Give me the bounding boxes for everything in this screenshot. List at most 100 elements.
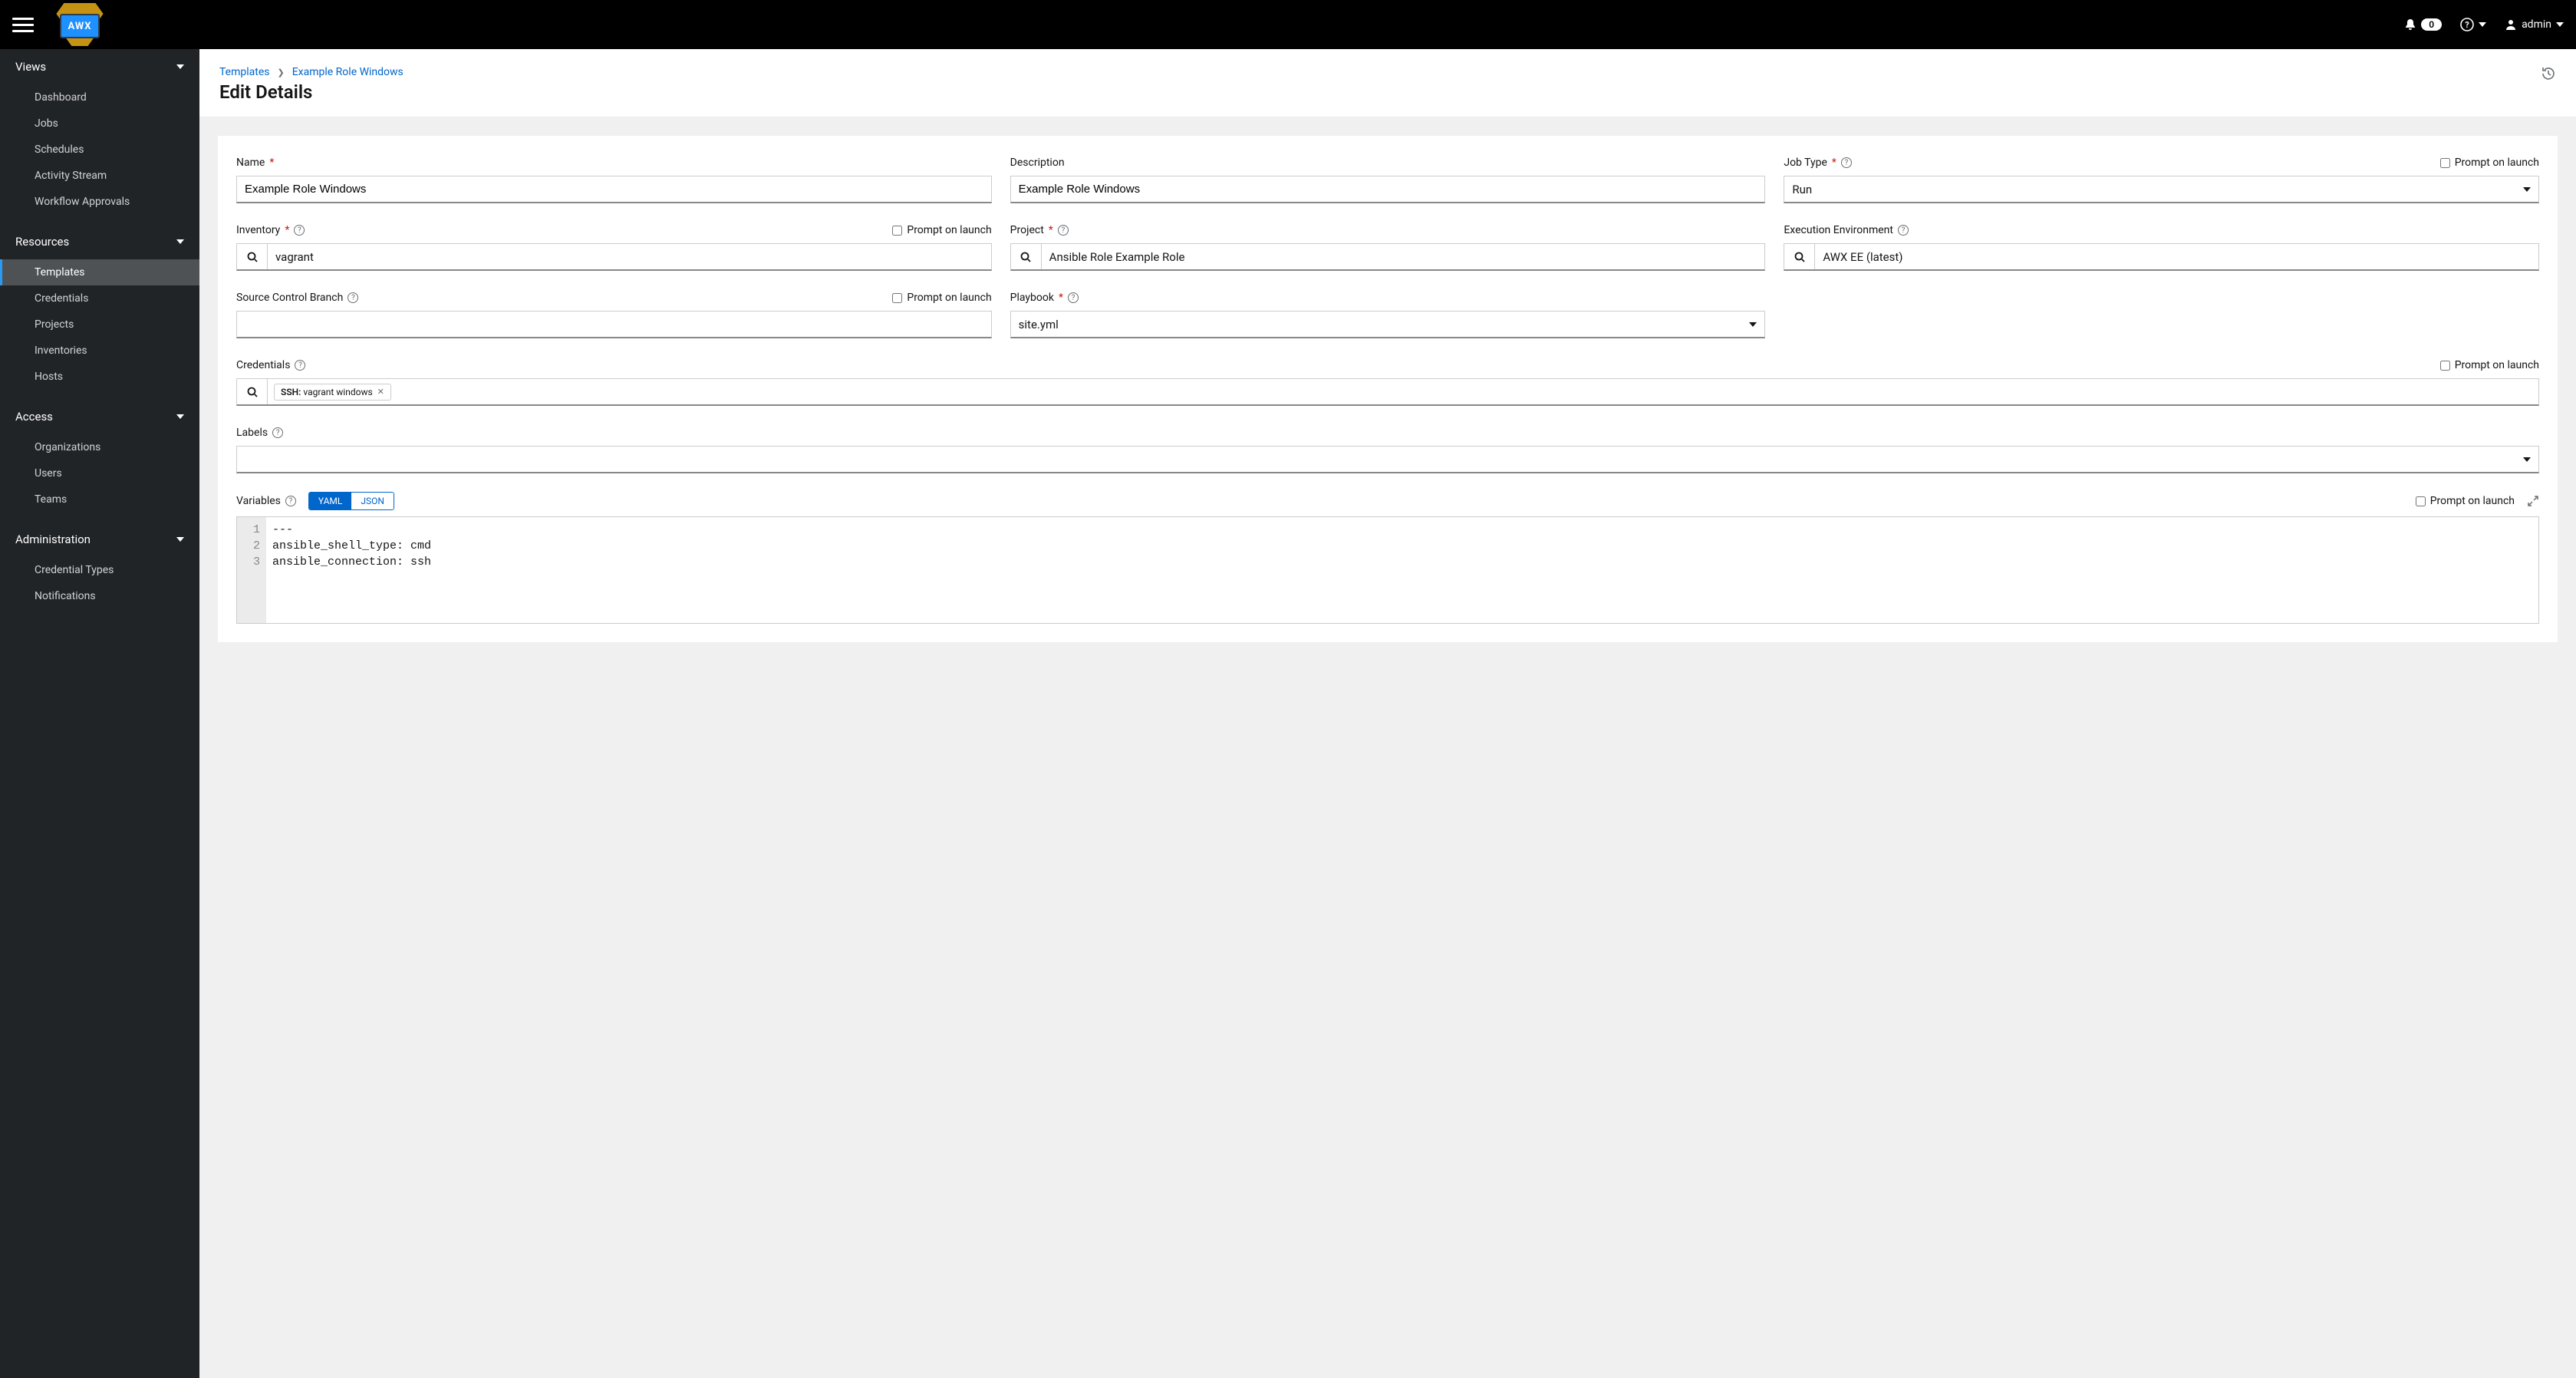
scb-label: Source Control Branch	[236, 292, 343, 304]
help-button[interactable]: ?	[2460, 18, 2486, 31]
job-type-label: Job Type	[1784, 157, 1827, 169]
chevron-right-icon: ❯	[278, 68, 285, 77]
help-icon[interactable]: ?	[1058, 225, 1069, 236]
search-icon[interactable]	[237, 379, 268, 404]
search-icon[interactable]	[1011, 244, 1042, 269]
scb-input[interactable]	[236, 311, 992, 338]
help-icon[interactable]: ?	[294, 225, 305, 236]
description-label: Description	[1010, 157, 1065, 169]
project-value: Ansible Role Example Role	[1042, 250, 1765, 264]
help-icon[interactable]: ?	[1068, 292, 1079, 303]
help-icon[interactable]: ?	[1841, 157, 1852, 168]
nav-organizations[interactable]: Organizations	[0, 434, 199, 460]
nav-section-label: Administration	[15, 532, 91, 546]
inventory-label: Inventory	[236, 224, 280, 236]
playbook-label: Playbook	[1010, 292, 1054, 304]
help-icon[interactable]: ?	[285, 496, 296, 506]
nav-schedules[interactable]: Schedules	[0, 137, 199, 163]
nav-inventories[interactable]: Inventories	[0, 338, 199, 364]
variables-editor[interactable]: 123 ---ansible_shell_type: cmdansible_co…	[236, 516, 2539, 624]
labels-select[interactable]	[236, 446, 2539, 473]
nav-hosts[interactable]: Hosts	[0, 364, 199, 390]
caret-down-icon	[2556, 22, 2564, 27]
nav-users[interactable]: Users	[0, 460, 199, 486]
notifications-button[interactable]: 0	[2404, 18, 2442, 31]
variables-label: Variables	[236, 495, 281, 507]
exec-env-lookup[interactable]: AWX EE (latest)	[1784, 243, 2539, 271]
chip-remove-icon[interactable]: ✕	[377, 387, 384, 397]
caret-down-icon	[1749, 322, 1757, 327]
nav-section-administration[interactable]: Administration	[0, 522, 199, 557]
credentials-label: Credentials	[236, 359, 290, 371]
caret-down-icon	[2523, 457, 2531, 462]
chevron-down-icon	[176, 239, 184, 244]
help-icon[interactable]: ?	[1898, 225, 1909, 236]
nav-notifications[interactable]: Notifications	[0, 583, 199, 609]
chevron-down-icon	[176, 537, 184, 542]
yaml-toggle[interactable]: YAML	[309, 493, 351, 509]
search-icon[interactable]	[1784, 244, 1815, 269]
user-icon	[2505, 18, 2517, 31]
chevron-down-icon	[176, 64, 184, 69]
inventory-prompt[interactable]: Prompt on launch	[892, 224, 991, 236]
nav-teams[interactable]: Teams	[0, 486, 199, 513]
nav-templates[interactable]: Templates	[0, 259, 199, 285]
logo[interactable]: AWX	[49, 3, 110, 46]
json-toggle[interactable]: JSON	[351, 493, 394, 509]
nav-section-resources[interactable]: Resources	[0, 224, 199, 259]
nav-activity-stream[interactable]: Activity Stream	[0, 163, 199, 189]
nav-jobs[interactable]: Jobs	[0, 110, 199, 137]
job-type-select[interactable]: Run	[1784, 176, 2539, 203]
expand-icon[interactable]	[2527, 495, 2539, 507]
project-label: Project	[1010, 224, 1044, 236]
playbook-value: site.yml	[1019, 318, 1059, 331]
inventory-lookup[interactable]: vagrant	[236, 243, 992, 271]
nav-section-label: Access	[15, 410, 53, 424]
chevron-down-icon	[176, 414, 184, 419]
name-input[interactable]	[236, 176, 992, 203]
nav-projects[interactable]: Projects	[0, 312, 199, 338]
scb-prompt[interactable]: Prompt on launch	[892, 292, 991, 304]
nav-section-access[interactable]: Access	[0, 399, 199, 434]
credentials-lookup[interactable]: SSH: vagrant windows ✕	[236, 378, 2539, 406]
nav-section-label: Resources	[15, 235, 69, 249]
project-lookup[interactable]: Ansible Role Example Role	[1010, 243, 1766, 271]
exec-env-value: AWX EE (latest)	[1815, 250, 2538, 264]
user-label: admin	[2522, 18, 2551, 31]
line-numbers: 123	[237, 517, 266, 623]
help-icon: ?	[2460, 18, 2474, 31]
menu-toggle[interactable]	[12, 14, 34, 35]
caret-down-icon	[2523, 187, 2531, 192]
format-toggle: YAML JSON	[308, 492, 394, 510]
description-input[interactable]	[1010, 176, 1766, 203]
breadcrumb-root[interactable]: Templates	[219, 66, 270, 78]
playbook-select[interactable]: site.yml	[1010, 311, 1766, 338]
job-type-prompt[interactable]: Prompt on launch	[2440, 157, 2539, 169]
labels-label: Labels	[236, 427, 268, 439]
nav-workflow-approvals[interactable]: Workflow Approvals	[0, 189, 199, 215]
job-type-value: Run	[1792, 183, 1812, 196]
help-icon[interactable]: ?	[272, 427, 283, 438]
nav-dashboard[interactable]: Dashboard	[0, 84, 199, 110]
exec-env-label: Execution Environment	[1784, 224, 1893, 236]
help-icon[interactable]: ?	[295, 360, 305, 371]
activity-history-button[interactable]	[2541, 66, 2556, 81]
name-label: Name	[236, 157, 265, 169]
credentials-prompt[interactable]: Prompt on launch	[2440, 359, 2539, 371]
breadcrumb: Templates ❯ Example Role Windows	[219, 66, 404, 78]
variables-prompt[interactable]: Prompt on launch	[2416, 495, 2515, 507]
page-title: Edit Details	[219, 81, 404, 103]
caret-down-icon	[2479, 22, 2486, 27]
search-icon[interactable]	[237, 244, 268, 269]
nav-credential-types[interactable]: Credential Types	[0, 557, 199, 583]
nav-section-views[interactable]: Views	[0, 49, 199, 84]
nav-section-label: Views	[15, 60, 46, 74]
user-menu[interactable]: admin	[2505, 18, 2564, 31]
code-content[interactable]: ---ansible_shell_type: cmdansible_connec…	[266, 517, 2538, 623]
breadcrumb-current[interactable]: Example Role Windows	[292, 66, 404, 78]
credential-chip: SSH: vagrant windows ✕	[274, 384, 391, 401]
svg-text:?: ?	[2465, 20, 2469, 30]
help-icon[interactable]: ?	[348, 292, 358, 303]
sidebar: Views Dashboard Jobs Schedules Activity …	[0, 49, 199, 1378]
nav-credentials[interactable]: Credentials	[0, 285, 199, 312]
